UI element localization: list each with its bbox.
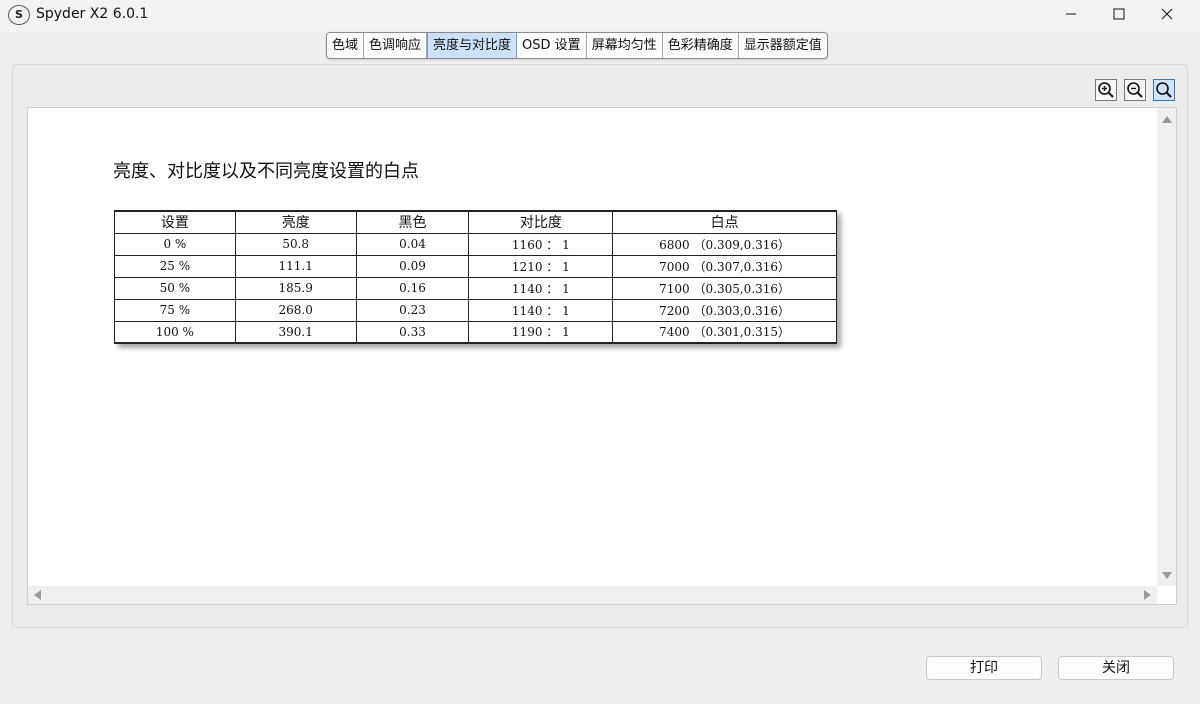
close-button[interactable]: 关闭 — [1058, 656, 1174, 680]
table-cell: 25 % — [114, 254, 236, 278]
table-cell: 0.04 — [355, 232, 470, 256]
tab-6[interactable]: 显示器额定值 — [739, 33, 827, 58]
zoom-out-button[interactable] — [1124, 79, 1146, 101]
table-cell: 6800 （0.309,0.316） — [612, 232, 837, 256]
table-cell: 390.1 — [234, 320, 357, 344]
table-cell: 75 % — [114, 298, 236, 322]
tab-2[interactable]: 亮度与对比度 — [427, 33, 518, 58]
table-cell: 1210 ： 1 — [468, 254, 614, 278]
column-header: 白点 — [612, 210, 837, 234]
table-cell: 7100 （0.305,0.316） — [612, 276, 837, 300]
vertical-scrollbar[interactable] — [1157, 108, 1176, 586]
report-tabs: 色域 色调响应 亮度与对比度 OSD 设置 屏幕均匀性 色彩精确度 显示器额定值 — [326, 32, 828, 59]
table-cell: 0.33 — [355, 320, 470, 344]
table-cell: 0 % — [114, 232, 236, 256]
zoom-in-button[interactable] — [1095, 79, 1117, 101]
table-cell: 0.23 — [355, 298, 470, 322]
zoom-fit-icon — [1156, 82, 1172, 98]
brightness-contrast-table: 设置 亮度 黑色 对比度 白点 0 % 50.8 0.04 1160 ： 1 6800 （0.3… — [114, 210, 837, 344]
table-cell: 50 % — [114, 276, 236, 300]
scroll-up-arrow-icon[interactable] — [1162, 116, 1172, 123]
column-header: 亮度 — [234, 210, 357, 234]
report-title: 亮度、对比度以及不同亮度设置的白点 — [113, 161, 419, 182]
table-cell: 0.16 — [355, 276, 470, 300]
column-header: 对比度 — [468, 210, 614, 234]
table-cell: 185.9 — [234, 276, 357, 300]
table-cell: 50.8 — [234, 232, 357, 256]
table-row: 75 % 268.0 0.23 1140 ： 1 7200 （0.303,0.316） — [114, 298, 837, 322]
table-cell: 7400 （0.301,0.315） — [612, 320, 837, 344]
table-cell: 7000 （0.307,0.316） — [612, 254, 837, 278]
table-row: 0 % 50.8 0.04 1160 ： 1 6800 （0.309,0.316） — [114, 232, 837, 256]
tab-3[interactable]: OSD 设置 — [517, 33, 587, 58]
table-row: 100 % 390.1 0.33 1190 ： 1 7400 （0.301,0.315） — [114, 320, 837, 344]
table-cell: 1140 ： 1 — [468, 276, 614, 300]
minimize-button[interactable] — [1048, 0, 1094, 28]
horizontal-scrollbar[interactable] — [28, 586, 1157, 604]
table-cell: 1190 ： 1 — [468, 320, 614, 344]
tab-4[interactable]: 屏幕均匀性 — [587, 33, 663, 58]
table-cell: 268.0 — [234, 298, 357, 322]
app-logo-icon: S — [8, 5, 30, 25]
title-bar: S Spyder X2 6.0.1 — [0, 0, 1200, 32]
table-cell: 1140 ： 1 — [468, 298, 614, 322]
maximize-button[interactable] — [1096, 0, 1142, 28]
print-button[interactable]: 打印 — [926, 656, 1042, 680]
scroll-right-arrow-icon[interactable] — [1144, 590, 1151, 600]
tab-5[interactable]: 色彩精确度 — [663, 33, 739, 58]
zoom-in-icon — [1098, 82, 1114, 98]
window-title: Spyder X2 6.0.1 — [36, 6, 149, 22]
table-row: 25 % 111.1 0.09 1210 ： 1 7000 （0.307,0.316） — [114, 254, 837, 278]
scroll-left-arrow-icon[interactable] — [34, 590, 41, 600]
zoom-fit-button[interactable] — [1153, 79, 1175, 101]
minimize-icon — [1066, 13, 1076, 15]
column-header: 设置 — [114, 210, 236, 234]
table-row: 50 % 185.9 0.16 1140 ： 1 7100 （0.305,0.316） — [114, 276, 837, 300]
scroll-down-arrow-icon[interactable] — [1162, 572, 1172, 579]
table-cell: 1160 ： 1 — [468, 232, 614, 256]
table-cell: 100 % — [114, 320, 236, 344]
table-cell: 0.09 — [355, 254, 470, 278]
table-cell: 111.1 — [234, 254, 357, 278]
tab-1[interactable]: 色调响应 — [364, 33, 428, 58]
maximize-icon — [1113, 8, 1125, 20]
tab-0[interactable]: 色域 — [327, 33, 365, 58]
zoom-out-icon — [1127, 82, 1143, 98]
close-icon — [1161, 8, 1173, 20]
column-header: 黑色 — [355, 210, 470, 234]
table-header-row: 设置 亮度 黑色 对比度 白点 — [114, 210, 837, 234]
close-window-button[interactable] — [1144, 0, 1190, 28]
table-cell: 7200 （0.303,0.316） — [612, 298, 837, 322]
